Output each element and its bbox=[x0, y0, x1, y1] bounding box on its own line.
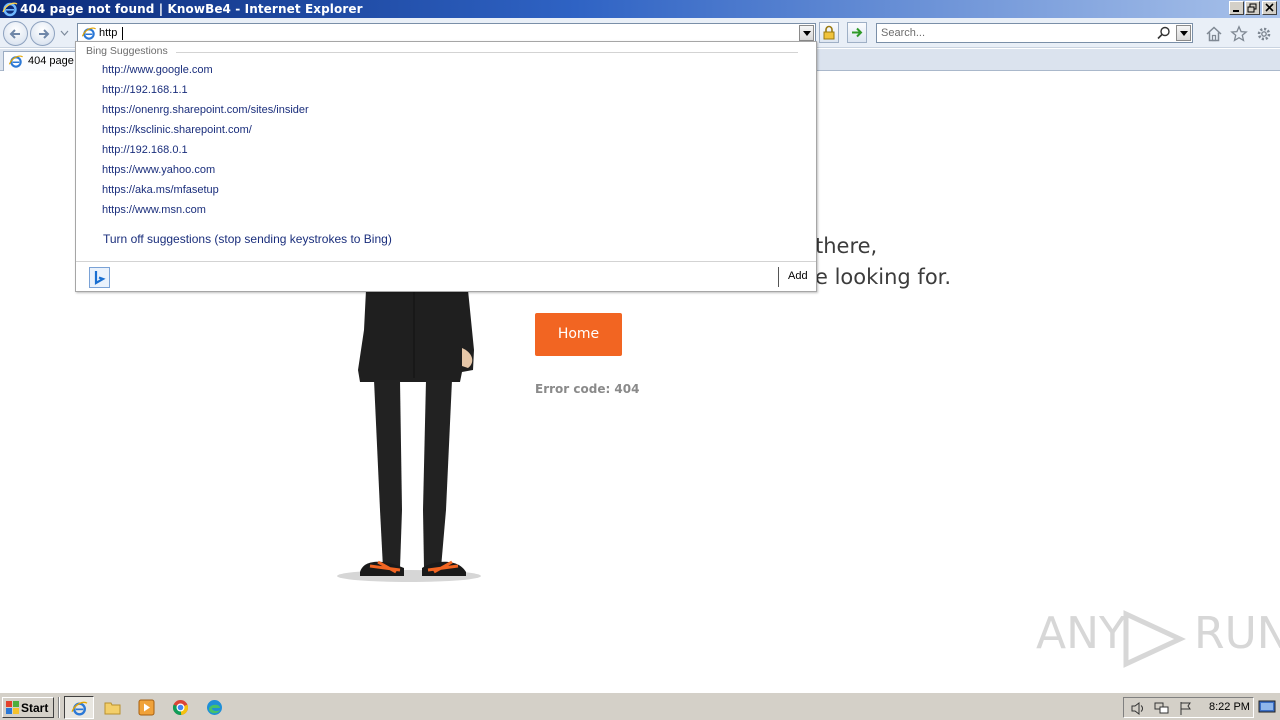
back-arrow-icon bbox=[9, 29, 20, 39]
error-message-line-2: e looking for. bbox=[815, 265, 952, 289]
show-desktop-icon[interactable] bbox=[1258, 698, 1276, 716]
address-suggestions-dropdown: Bing Suggestions http://www.google.com h… bbox=[75, 41, 817, 292]
suggestion-item[interactable]: https://onenrg.sharepoint.com/sites/insi… bbox=[102, 104, 309, 116]
windows-taskbar: Start 8:22 PM bbox=[0, 692, 1280, 720]
address-bar[interactable]: http bbox=[77, 23, 816, 43]
error-code-text: Error code: 404 bbox=[535, 382, 640, 396]
favorites-star-icon[interactable] bbox=[1230, 25, 1248, 43]
network-icon[interactable] bbox=[1154, 701, 1170, 716]
internet-explorer-icon bbox=[2, 2, 18, 17]
system-tray: 8:22 PM bbox=[1123, 697, 1254, 718]
lock-icon bbox=[823, 25, 835, 40]
go-arrow-icon bbox=[852, 27, 863, 38]
taskbar-chrome[interactable] bbox=[166, 696, 196, 719]
suggestion-item[interactable]: https://www.msn.com bbox=[102, 204, 206, 216]
address-dropdown-button[interactable] bbox=[799, 25, 814, 41]
media-player-icon bbox=[138, 699, 155, 716]
back-button[interactable] bbox=[3, 21, 28, 46]
restore-button[interactable] bbox=[1245, 1, 1260, 15]
forward-arrow-icon bbox=[39, 29, 50, 39]
footer-divider bbox=[778, 267, 779, 287]
turn-off-suggestions-link[interactable]: Turn off suggestions (stop sending keyst… bbox=[103, 232, 392, 246]
watermark-right-text: RUN bbox=[1194, 608, 1280, 659]
suggestion-item[interactable]: https://www.yahoo.com bbox=[102, 164, 215, 176]
header-divider bbox=[176, 52, 798, 53]
home-icon[interactable] bbox=[1205, 25, 1223, 43]
tab-404-page[interactable]: 404 page not found | KnowBe4 bbox=[3, 51, 77, 71]
taskbar-divider bbox=[58, 697, 60, 718]
forward-button[interactable] bbox=[30, 21, 55, 46]
start-button[interactable]: Start bbox=[2, 697, 54, 718]
bing-logo-icon[interactable] bbox=[89, 267, 110, 288]
suggestions-header: Bing Suggestions bbox=[86, 45, 168, 57]
search-icon[interactable] bbox=[1157, 26, 1171, 40]
minimize-button[interactable] bbox=[1229, 1, 1244, 15]
suggestion-item[interactable]: http://192.168.0.1 bbox=[102, 144, 188, 156]
edge-icon bbox=[207, 700, 222, 715]
taskbar-clock[interactable]: 8:22 PM bbox=[1209, 701, 1250, 713]
folder-icon bbox=[104, 702, 121, 715]
suggestion-item[interactable]: http://192.168.1.1 bbox=[102, 84, 188, 96]
window-title: 404 page not found | KnowBe4 - Internet … bbox=[20, 2, 363, 16]
play-logo-icon bbox=[1123, 610, 1186, 668]
error-message-line-1: there, bbox=[815, 234, 878, 258]
add-search-provider-button[interactable]: Add bbox=[788, 270, 808, 282]
restore-icon bbox=[1247, 3, 1257, 13]
search-box[interactable] bbox=[876, 23, 1193, 43]
window-title-bar: 404 page not found | KnowBe4 - Internet … bbox=[0, 0, 1280, 18]
close-button[interactable] bbox=[1262, 1, 1277, 15]
volume-icon[interactable] bbox=[1130, 701, 1146, 716]
settings-gear-icon[interactable] bbox=[1255, 25, 1273, 43]
watermark-left-text: ANY bbox=[1036, 608, 1126, 659]
start-label: Start bbox=[21, 701, 49, 715]
search-provider-dropdown[interactable] bbox=[1176, 25, 1191, 41]
minimize-icon bbox=[1233, 10, 1239, 12]
go-button[interactable] bbox=[847, 22, 867, 43]
taskbar-media-player[interactable] bbox=[132, 696, 162, 719]
search-input[interactable] bbox=[881, 26, 1151, 40]
recent-pages-chevron-icon[interactable] bbox=[60, 30, 69, 36]
page-ie-icon bbox=[81, 27, 96, 40]
address-input-text[interactable]: http bbox=[99, 27, 117, 39]
suggestions-footer: Add bbox=[76, 261, 816, 291]
taskbar-file-explorer[interactable] bbox=[98, 696, 128, 719]
suggestion-item[interactable]: https://aka.ms/mfasetup bbox=[102, 184, 219, 196]
text-caret bbox=[122, 27, 123, 40]
tab-ie-icon bbox=[8, 55, 23, 68]
home-button[interactable]: Home bbox=[535, 313, 622, 356]
taskbar-edge[interactable] bbox=[200, 696, 230, 719]
suggestion-item[interactable]: https://ksclinic.sharepoint.com/ bbox=[102, 124, 252, 136]
security-lock-button[interactable] bbox=[819, 22, 839, 43]
chrome-icon bbox=[172, 700, 188, 716]
windows-logo-icon bbox=[6, 701, 19, 714]
suggestion-item[interactable]: http://www.google.com bbox=[102, 64, 213, 76]
internet-explorer-icon bbox=[71, 701, 88, 716]
taskbar-internet-explorer[interactable] bbox=[64, 696, 94, 719]
tab-label: 404 page not found | KnowBe4 bbox=[28, 55, 76, 67]
close-icon bbox=[1265, 3, 1274, 12]
person-illustration bbox=[337, 290, 481, 582]
action-center-flag-icon[interactable] bbox=[1178, 701, 1194, 716]
